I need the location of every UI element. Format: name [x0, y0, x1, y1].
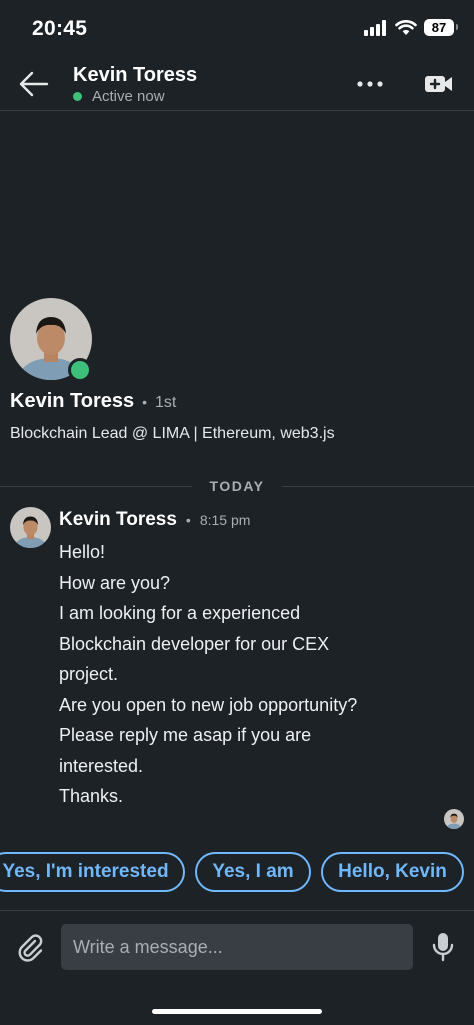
- profile-name-row: Kevin Toress • 1st: [10, 390, 176, 413]
- online-dot-icon: [73, 92, 82, 101]
- separator-dot: •: [185, 512, 191, 528]
- profile-headline: Blockchain Lead @ LIMA | Ethereum, web3.…: [10, 425, 335, 442]
- smart-reply-chip[interactable]: Yes, I'm interested: [0, 852, 185, 892]
- read-receipt-avatar: [444, 809, 464, 829]
- video-call-icon: [425, 76, 452, 92]
- profile-name[interactable]: Kevin Toress: [10, 390, 134, 413]
- message-input[interactable]: Write a message...: [61, 924, 413, 970]
- smart-reply-chip[interactable]: Yes, I am: [195, 852, 311, 892]
- wifi-icon: [395, 19, 417, 35]
- paperclip-icon: [18, 934, 43, 962]
- separator-dot: •: [142, 394, 148, 410]
- message-line: Hello!: [59, 542, 106, 562]
- presence-status: Active now: [73, 88, 165, 105]
- message-sender[interactable]: Kevin Toress: [59, 509, 177, 531]
- smart-replies: Yes, I'm interested Yes, I am Hello, Kev…: [0, 852, 474, 892]
- message-line: Blockchain developer for our CEX: [59, 633, 330, 654]
- voice-message-button[interactable]: [432, 931, 454, 963]
- cellular-signal-icon: [364, 19, 386, 36]
- conversation-header: Kevin Toress Active now: [0, 58, 474, 111]
- sender-photo: [10, 507, 51, 548]
- status-bar: 20:45 87: [0, 0, 474, 58]
- online-badge-icon: [68, 358, 92, 382]
- back-button[interactable]: [18, 70, 50, 98]
- header-contact-name[interactable]: Kevin Toress: [73, 64, 197, 87]
- battery-level: 87: [431, 20, 447, 35]
- day-label: TODAY: [209, 478, 265, 494]
- message-body: Hello! How are you? I am looking for a e…: [59, 537, 459, 812]
- message-line: Thanks.: [59, 786, 124, 806]
- message-composer: Write a message...: [0, 910, 474, 1025]
- attach-button[interactable]: [16, 933, 46, 963]
- battery-icon: 87: [424, 19, 458, 36]
- message-line: Are you open to new job opportunity?: [59, 694, 358, 715]
- presence-status-text: Active now: [92, 88, 165, 105]
- message-line: project.: [59, 664, 119, 684]
- more-icon: [357, 81, 383, 87]
- status-time: 20:45: [32, 17, 88, 40]
- read-receipt-photo: [444, 809, 464, 829]
- day-divider: TODAY: [0, 477, 474, 497]
- more-options-button[interactable]: [352, 72, 388, 96]
- sender-avatar[interactable]: [10, 507, 51, 548]
- home-indicator: [152, 1009, 322, 1014]
- connection-degree: 1st: [155, 394, 177, 411]
- message-line: How are you?: [59, 572, 171, 593]
- message-line: Please reply me asap if you are: [59, 725, 312, 745]
- message-time: 8:15 pm: [199, 512, 251, 528]
- smart-reply-chip[interactable]: Hello, Kevin: [321, 852, 464, 892]
- message-header: Kevin Toress • 8:15 pm: [59, 509, 250, 531]
- message-line: interested.: [59, 755, 144, 776]
- back-arrow-icon: [19, 71, 49, 97]
- message-line: I am looking for a experienced: [59, 603, 301, 623]
- message-input-placeholder: Write a message...: [73, 936, 223, 957]
- microphone-icon: [432, 933, 454, 962]
- status-icons: 87: [364, 19, 458, 36]
- video-call-button[interactable]: [424, 72, 454, 96]
